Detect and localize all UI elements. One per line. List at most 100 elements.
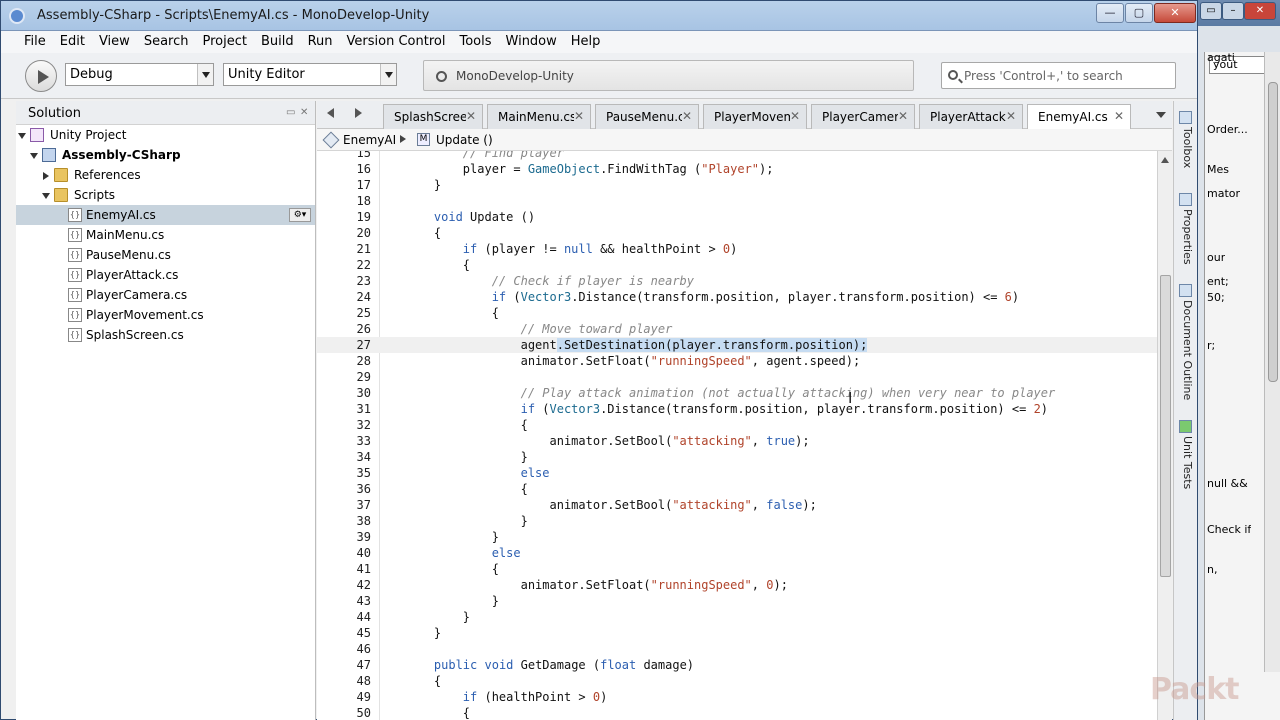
expand-arrow-icon[interactable] [30, 153, 38, 159]
menu-search[interactable]: Search [138, 31, 195, 52]
menu-version-control[interactable]: Version Control [341, 31, 452, 52]
solution-pane: Solution ▭ ✕ Unity Project Assembly-CSha… [16, 101, 316, 720]
tree-item-label: SplashScreen.cs [86, 328, 184, 342]
line-number: 48 [356, 674, 371, 688]
tree-item-file[interactable]: {} PlayerMovement.cs [16, 305, 315, 325]
tree-item-file[interactable]: {} PlayerAttack.cs [16, 265, 315, 285]
menu-project[interactable]: Project [196, 31, 252, 52]
tab-list-menu-icon[interactable] [1156, 112, 1166, 118]
editor-scroll-thumb[interactable] [1160, 275, 1171, 577]
tab-label: MainMenu.cs [498, 110, 574, 124]
code-text: if (player != null && healthPoint > 0) [462, 242, 738, 256]
run-button[interactable] [25, 60, 57, 92]
line-number: 31 [356, 402, 371, 416]
menu-tools[interactable]: Tools [453, 31, 497, 52]
code-text: player = GameObject.FindWithTag ("Player… [405, 162, 774, 176]
tab-mainmenu[interactable]: MainMenu.cs ✕ [487, 104, 591, 129]
status-area: MonoDevelop-Unity [423, 60, 914, 91]
dock-tab-unit-tests[interactable]: Unit Tests [1178, 436, 1194, 489]
dock-pane-icon[interactable]: ▭ [286, 107, 295, 118]
expand-arrow-icon[interactable] [18, 133, 26, 139]
line-number: 30 [356, 386, 371, 400]
tab-scroll-left-icon[interactable] [327, 108, 334, 118]
tab-playerattack[interactable]: PlayerAttack.cs✕ [919, 104, 1023, 129]
code-line: 48 { [317, 673, 1157, 689]
background-scrollbar[interactable] [1264, 52, 1280, 672]
tab-scroll-right-icon[interactable] [355, 108, 362, 118]
tree-item-project[interactable]: Unity Project [16, 125, 315, 145]
code-text: { [405, 258, 471, 272]
code-text: { [405, 418, 528, 432]
close-tab-icon[interactable]: ✕ [790, 109, 800, 123]
scroll-up-icon[interactable] [1161, 157, 1169, 163]
tree-item-references[interactable]: References [16, 165, 315, 185]
code-text: { [405, 674, 442, 688]
line-number: 37 [356, 498, 371, 512]
close-tab-icon[interactable]: ✕ [898, 109, 908, 123]
bg-close-button[interactable]: ✕ [1244, 2, 1276, 20]
search-input[interactable]: Press 'Control+,' to search [941, 62, 1176, 89]
expand-arrow-icon[interactable] [42, 193, 50, 199]
bg-restore-button[interactable]: – [1222, 2, 1244, 20]
line-number: 46 [356, 642, 371, 656]
tree-item-scripts[interactable]: Scripts [16, 185, 315, 205]
breadcrumb-class[interactable]: EnemyAI [343, 133, 396, 147]
menu-file[interactable]: File [18, 31, 52, 52]
code-area[interactable]: 15 // Find player 16 player = GameObject.… [317, 151, 1157, 720]
line-number: 24 [356, 290, 371, 304]
class-icon [322, 131, 340, 149]
maximize-button[interactable]: ▢ [1125, 3, 1153, 23]
close-tab-icon[interactable]: ✕ [574, 109, 584, 123]
line-number: 23 [356, 274, 371, 288]
menu-view[interactable]: View [93, 31, 136, 52]
tree-item-label: Unity Project [50, 128, 127, 142]
line-number: 47 [356, 658, 371, 672]
menu-window[interactable]: Window [500, 31, 563, 52]
code-line: 40 else [317, 545, 1157, 561]
tree-item-label: PlayerAttack.cs [86, 268, 179, 282]
code-line: 23 // Check if player is nearby [317, 273, 1157, 289]
tab-pausemenu[interactable]: PauseMenu.cs✕ [595, 104, 699, 129]
editor-scrollbar[interactable] [1157, 151, 1172, 720]
close-tab-icon[interactable]: ✕ [682, 109, 692, 123]
menu-edit[interactable]: Edit [54, 31, 91, 52]
collapse-arrow-icon[interactable] [43, 172, 49, 180]
close-button[interactable]: ✕ [1154, 3, 1196, 23]
run-target-select[interactable]: Unity Editor [223, 63, 397, 86]
background-scroll-thumb[interactable] [1268, 82, 1278, 382]
menu-build[interactable]: Build [255, 31, 300, 52]
dock-tab-document-outline[interactable]: Document Outline [1178, 300, 1194, 400]
close-tab-icon[interactable]: ✕ [466, 109, 476, 123]
file-icon: {} [68, 248, 82, 262]
line-number: 34 [356, 450, 371, 464]
tree-item-file[interactable]: {} PlayerCamera.cs [16, 285, 315, 305]
tab-splashscreen[interactable]: SplashScreen.cs✕ [383, 104, 483, 129]
tab-playermovement[interactable]: PlayerMovement.cs✕ [703, 104, 807, 129]
breadcrumb-method[interactable]: Update () [436, 133, 493, 147]
close-tab-icon[interactable]: ✕ [1114, 109, 1124, 123]
menu-help[interactable]: Help [565, 31, 607, 52]
dock-tab-properties[interactable]: Properties [1178, 209, 1194, 265]
bg-minimize-button[interactable]: ▭ [1200, 2, 1222, 20]
minimize-button[interactable]: — [1096, 3, 1124, 23]
gear-icon[interactable]: ⚙▾ [289, 208, 311, 222]
close-pane-icon[interactable]: ✕ [300, 107, 308, 118]
code-line: 46 [317, 641, 1157, 657]
tree-item-assembly[interactable]: Assembly-CSharp [16, 145, 315, 165]
dock-tab-toolbox[interactable]: Toolbox [1178, 127, 1194, 168]
tree-item-file[interactable]: {} EnemyAI.cs ⚙▾ [16, 205, 315, 225]
tab-playercamera[interactable]: PlayerCamera.cs✕ [811, 104, 915, 129]
code-line: 24 if (Vector3.Distance(transform.positi… [317, 289, 1157, 305]
folder-open-icon [54, 188, 68, 202]
close-tab-icon[interactable]: ✕ [1006, 109, 1016, 123]
tree-item-file[interactable]: {} PauseMenu.cs [16, 245, 315, 265]
tree-item-file[interactable]: {} MainMenu.cs [16, 225, 315, 245]
tab-label: PlayerAttack.cs [930, 110, 1006, 124]
menu-run[interactable]: Run [302, 31, 339, 52]
tab-enemyai[interactable]: EnemyAI.cs ✕ [1027, 104, 1131, 130]
code-line: 44 } [317, 609, 1157, 625]
properties-icon [1179, 193, 1192, 206]
code-text: } [405, 626, 442, 640]
configuration-select[interactable]: Debug [65, 63, 214, 86]
tree-item-file[interactable]: {} SplashScreen.cs [16, 325, 315, 345]
